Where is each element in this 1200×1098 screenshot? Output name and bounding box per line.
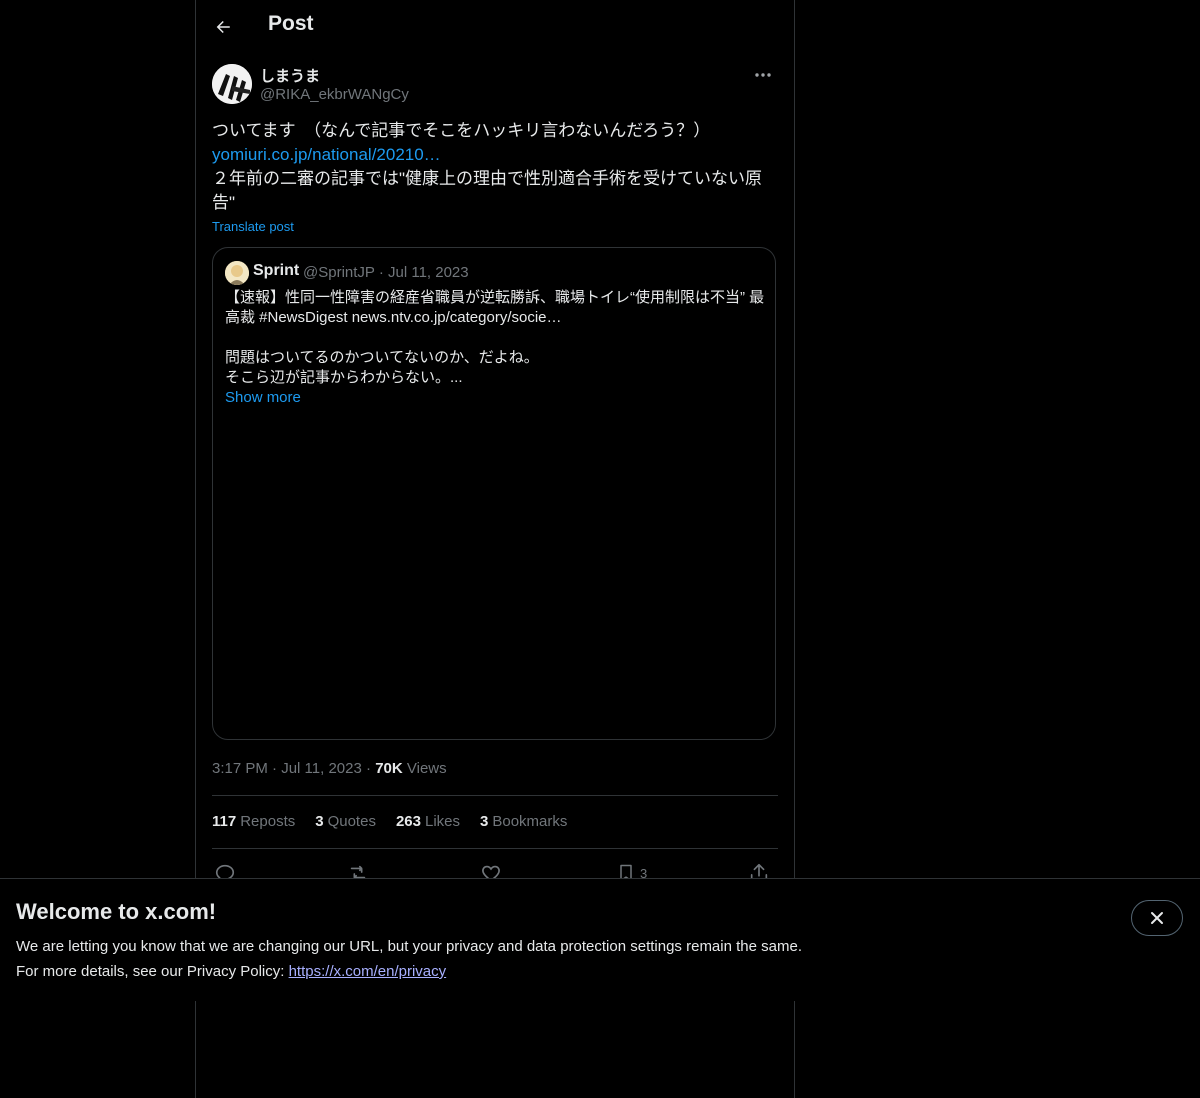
quoted-post[interactable]: Sprint @SprintJP · Jul 11, 2023 【速報】性同一性… (212, 247, 776, 740)
timestamp-separator: · (366, 760, 376, 777)
welcome-banner: Welcome to x.com! We are letting you kno… (0, 878, 1200, 1001)
post-text-line1: ついてます （なんで記事でそこをハッキリ言わないんだろう？） (212, 121, 711, 140)
translate-post-link[interactable]: Translate post (212, 219, 294, 234)
engagement-stats: 117 Reposts 3 Quotes 263 Likes 3 Bookmarks (212, 813, 567, 830)
privacy-policy-link[interactable]: https://x.com/en/privacy (289, 963, 447, 980)
timestamp-separator: · (272, 760, 282, 777)
back-arrow-icon (216, 21, 230, 33)
author-name[interactable]: しまうま (260, 65, 320, 86)
post-timestamp: 3:17 PM · Jul 11, 2023 · 70K Views (212, 760, 447, 777)
quote-author-name: Sprint (253, 262, 300, 279)
post-link[interactable]: yomiuri.co.jp/national/20210… (212, 143, 778, 167)
post-time[interactable]: 3:17 PM (212, 760, 268, 777)
post-date[interactable]: Jul 11, 2023 (281, 760, 362, 777)
quote-handle: @SprintJP (303, 264, 375, 281)
back-button[interactable] (210, 14, 236, 40)
banner-line2: For more details, see our Privacy Policy… (16, 959, 1016, 984)
banner-line2-prefix: For more details, see our Privacy Policy… (16, 963, 289, 980)
quotes-stat[interactable]: 3 Quotes (315, 813, 376, 830)
meta-separator: · (378, 264, 388, 281)
banner-line1: We are letting you know that we are chan… (16, 938, 802, 955)
views-count: 70K (375, 760, 403, 777)
quote-text: 【速報】性同一性障害の経産省職員が逆転勝訴、職場トイレ“使用制限は不当” 最高裁… (225, 289, 765, 386)
banner-text: We are letting you know that we are chan… (16, 934, 1016, 984)
avatar[interactable] (212, 64, 252, 104)
views-label: Views (406, 760, 447, 777)
divider (212, 848, 778, 849)
reposts-stat[interactable]: 117 Reposts (212, 813, 295, 830)
quote-meta: @SprintJP · Jul 11, 2023 (303, 264, 469, 281)
more-icon (755, 73, 771, 77)
post-author: しまうま @RIKA_ekbrWANgCy (212, 64, 778, 108)
close-icon (1151, 912, 1163, 924)
banner-title: Welcome to x.com! (16, 899, 217, 924)
page-title: Post (268, 12, 314, 35)
divider (212, 795, 778, 796)
more-button[interactable] (748, 64, 778, 86)
show-more-link[interactable]: Show more (225, 389, 301, 406)
quote-avatar[interactable] (225, 261, 249, 285)
author-handle[interactable]: @RIKA_ekbrWANgCy (260, 86, 409, 103)
post-text: ついてます （なんで記事でそこをハッキリ言わないんだろう？） yomiuri.c… (212, 119, 778, 215)
header: Post (196, 0, 794, 54)
close-banner-button[interactable] (1131, 900, 1183, 936)
quote-date: Jul 11, 2023 (388, 264, 469, 281)
bookmarks-stat[interactable]: 3 Bookmarks (480, 813, 567, 830)
post-text-line2: ２年前の二審の記事では"健康上の理由で性別適合手術を受けていない原告" (212, 169, 763, 212)
likes-stat[interactable]: 263 Likes (396, 813, 460, 830)
